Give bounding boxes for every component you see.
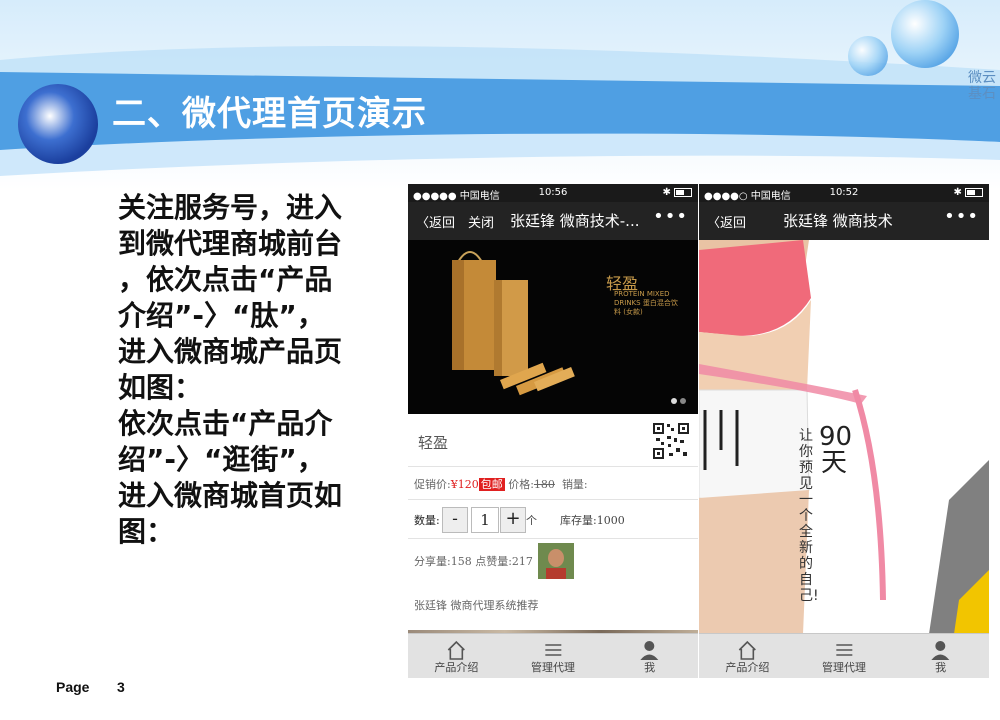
brand-line-2: 基石 [968,86,996,102]
tab-bar: 产品介绍 管理代理 我 [408,633,698,678]
status-bar: ●●●●○ 中国电信 10:52 ✱ [699,184,989,202]
avatar[interactable] [538,543,574,579]
desc-line: 关注服务号，进入 [118,191,343,224]
status-time: 10:56 [538,187,568,198]
list-icon [544,644,561,656]
tab-me[interactable]: 我 [601,634,698,678]
tab-manage-agents[interactable]: 管理代理 [505,634,602,678]
user-icon [931,641,950,660]
brand-line-1: 微云 [968,70,996,86]
product-name: 轻盈 [418,434,449,452]
nav-title: 张廷锋 微商技术 [783,212,893,230]
desc-line: 介绍”-〉“肽”， [118,299,325,332]
chevron-left-icon: 〈 [416,216,430,231]
desc-line: ，依次点击“产品 [118,263,333,296]
recommend-text: 张廷锋 微商代理系统推荐 [414,599,539,612]
product-hero-image[interactable]: 轻盈 PROTEIN MIXED DRINKS 蛋白混合饮料 (女款) [408,240,698,414]
home-icon [447,640,465,660]
brand-logo-text: 微云 基石 [940,70,996,102]
nav-bar: 〈返回 张廷锋 微商技术 ••• [699,202,989,240]
tab-me[interactable]: 我 [892,634,989,678]
quantity-minus-button[interactable]: - [442,507,468,533]
carousel-dots [668,389,686,408]
promo-price-value: ¥120 [450,478,479,491]
user-icon [640,641,659,660]
more-menu-button[interactable]: ••• [944,206,979,227]
tab-label: 我 [935,661,947,674]
quantity-unit: 个 [526,514,537,527]
battery-icon: ✱ [953,187,983,198]
status-time: 10:52 [829,187,859,198]
original-price-value: 180 [533,478,555,491]
desc-line: 到微代理商城前台 [118,227,343,260]
tab-label: 管理代理 [530,661,575,674]
tab-label: 产品介绍 [434,661,479,674]
qr-code-icon[interactable] [652,422,690,460]
home-banner-image[interactable]: 90天 让你预见一个全新的自己! [699,240,989,634]
hero-brand-sub: PROTEIN MIXED DRINKS 蛋白混合饮料 (女款) [614,290,678,316]
hero-big-text: 90天 [819,422,853,478]
product-name-row: 轻盈 [408,414,698,467]
nav-bar: 〈返回 关闭 张廷锋 微商技术-... ••• [408,202,698,240]
desc-line: 如图： [118,371,203,404]
home-icon [738,640,756,660]
chevron-left-icon: 〈 [707,216,721,231]
desc-line: 绍”-〉“逛街”， [118,443,325,476]
price-row: 促销价:¥120 包邮 价格:180 销量: [408,467,698,500]
promo-price-label: 促销价: [414,478,451,491]
quantity-row: 数量: - 1 + 个 库存量:1000 [408,500,698,539]
share-row: 分享量:158 点赞量:217 张廷锋 微商代理系统推荐 [408,539,698,629]
page-label: Page [56,679,90,695]
back-button[interactable]: 〈返回 [416,212,455,231]
more-menu-button[interactable]: ••• [653,206,688,227]
nav-title: 张廷锋 微商技术-... [510,212,640,230]
slide-title: 二、微代理首页演示 [112,94,427,134]
phone-screenshot-home: ●●●●○ 中国电信 10:52 ✱ 〈返回 张廷锋 微商技术 ••• 90天 … [699,184,989,678]
back-label: 返回 [720,216,747,231]
free-shipping-badge: 包邮 [478,478,505,491]
tab-label: 管理代理 [821,661,866,674]
hero-slogan: 让你预见一个全新的自己! [799,428,819,604]
original-price-label: 价格: [508,478,534,491]
desc-line: 进入微商城产品页 [118,335,343,368]
tab-manage-agents[interactable]: 管理代理 [796,634,893,678]
sales-label: 销量: [561,478,588,491]
tab-bar: 产品介绍 管理代理 我 [699,633,989,678]
desc-line: 依次点击“产品介 [118,407,333,440]
tab-products[interactable]: 产品介绍 [408,634,505,678]
page-number: 3 [117,679,125,695]
list-icon [835,644,852,656]
tab-label: 产品介绍 [725,661,770,674]
battery-icon: ✱ [662,187,692,198]
quantity-plus-button[interactable]: + [500,507,526,533]
quantity-input[interactable]: 1 [471,507,499,533]
phone-screenshot-product: ●●●●● 中国电信 10:56 ✱ 〈返回 关闭 张廷锋 微商技术-... •… [408,184,698,678]
product-box-illustration [452,251,575,396]
desc-line: 图： [118,515,175,548]
share-stats: 分享量:158 点赞量:217 [414,555,533,568]
tab-label: 我 [644,661,656,674]
price-info: 促销价:¥120 包邮 价格:180 销量: [414,476,588,492]
slide-description: 关注服务号，进入 到微代理商城前台 ，依次点击“产品 介绍”-〉“肽”， 进入微… [118,190,393,550]
back-label: 返回 [429,216,456,231]
tab-products[interactable]: 产品介绍 [699,634,796,678]
back-button[interactable]: 〈返回 [707,212,746,231]
quantity-label: 数量: [414,514,440,527]
status-bar: ●●●●● 中国电信 10:56 ✱ [408,184,698,202]
desc-line: 进入微商城首页如 [118,479,343,512]
close-button[interactable]: 关闭 [468,212,494,231]
stock-text: 库存量:1000 [560,514,625,527]
